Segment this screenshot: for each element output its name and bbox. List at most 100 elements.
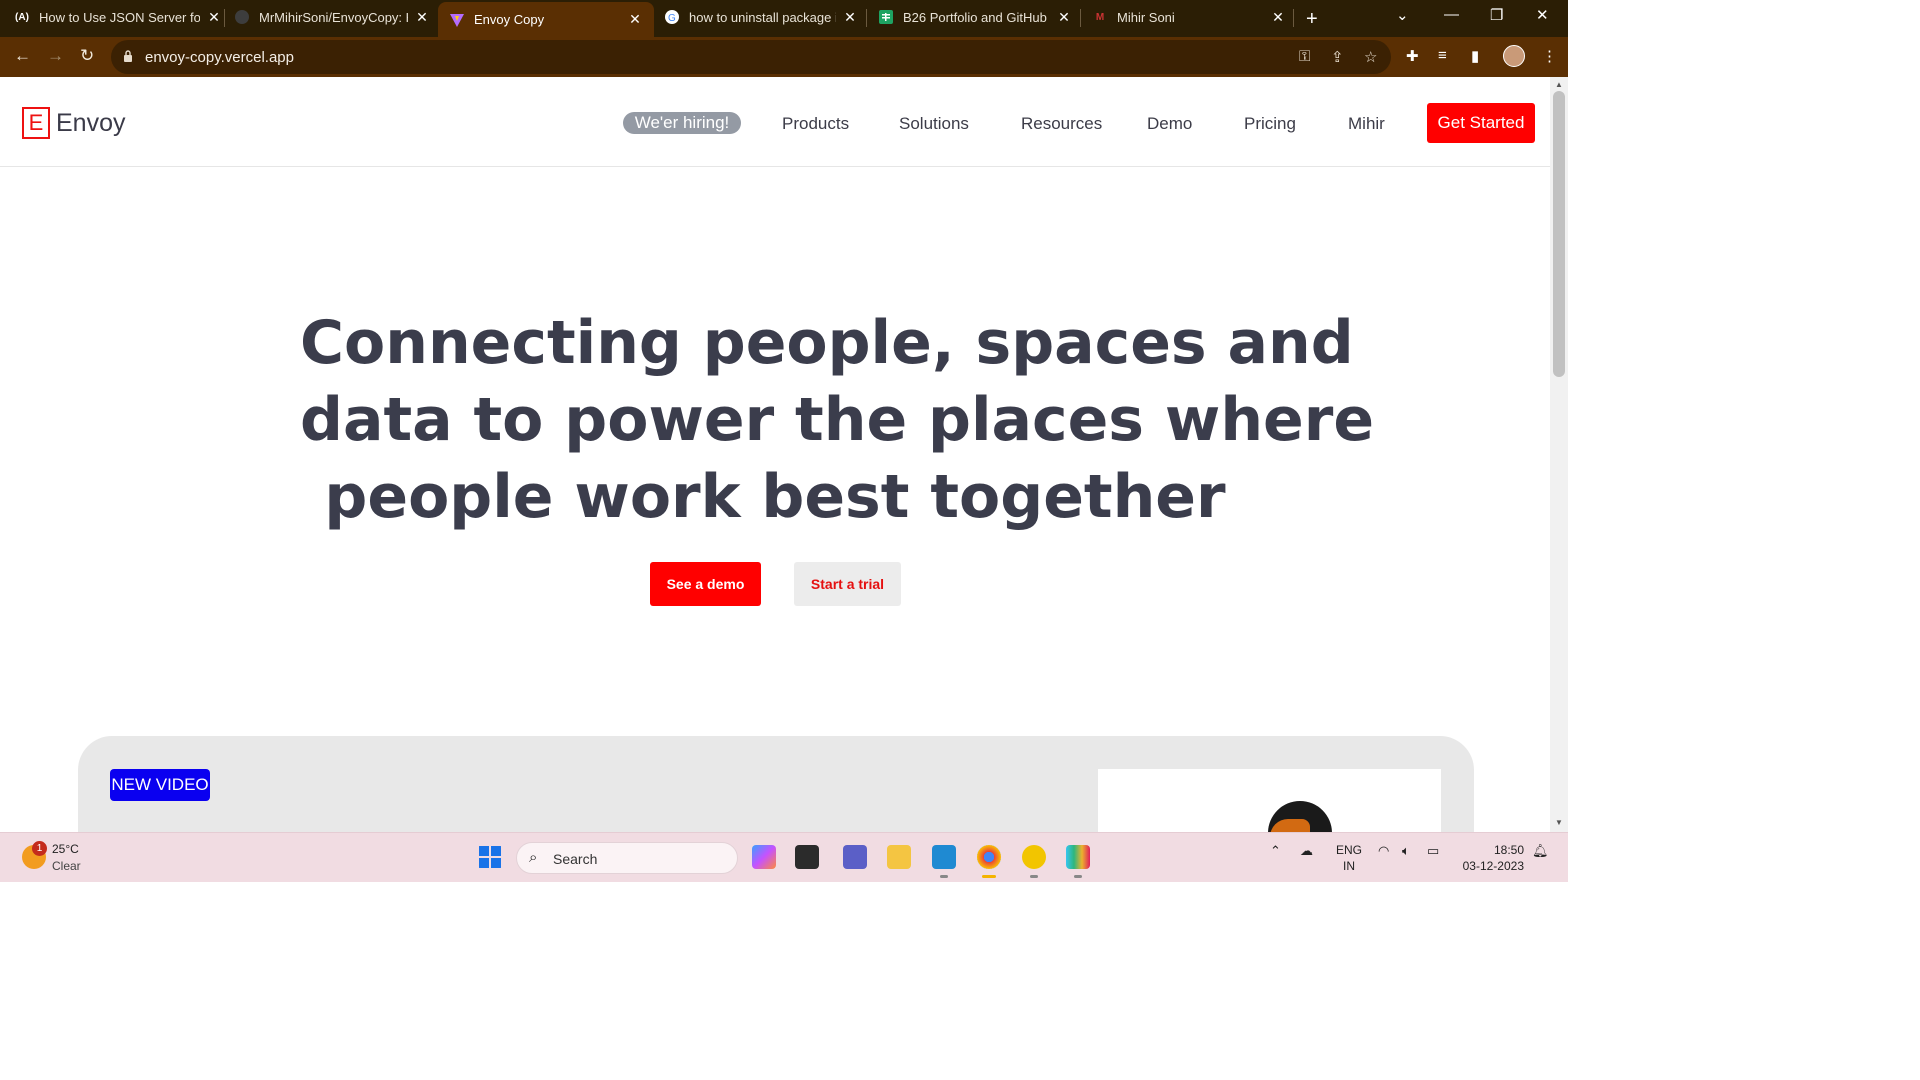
weather-alert-count: 1 xyxy=(32,841,47,856)
password-key-icon[interactable]: ⚿ xyxy=(1299,48,1310,65)
close-tab-icon[interactable]: ✕ xyxy=(206,9,222,25)
show-hidden-icons-chevron[interactable]: ⌃ xyxy=(1270,843,1281,859)
video-thumbnail[interactable] xyxy=(1098,769,1441,832)
close-tab-icon[interactable]: ✕ xyxy=(842,9,858,25)
windows-taskbar: 1 25°C Clear ⌕ Search ⌃ ☁ ENG IN ◠ 🔈︎ ▭ … xyxy=(0,832,1568,882)
tab-title: Mihir Soni xyxy=(1117,9,1175,25)
teams-icon[interactable] xyxy=(843,845,867,869)
tab-divider xyxy=(1080,9,1081,27)
weather-condition[interactable]: Clear xyxy=(52,859,81,873)
task-view-icon[interactable] xyxy=(795,845,819,869)
nav-resources[interactable]: Resources xyxy=(1021,114,1102,134)
nav-products[interactable]: Products xyxy=(782,114,849,134)
close-tab-icon[interactable]: ✕ xyxy=(627,11,643,28)
browser-tab-6[interactable]: M Mihir Soni ✕ xyxy=(1092,0,1286,34)
back-icon[interactable]: ← xyxy=(14,46,31,66)
angular-a-icon: (A) xyxy=(15,11,29,23)
hero-heading: Connecting people, spaces and data to po… xyxy=(300,305,1375,536)
github-icon xyxy=(234,9,250,25)
weather-temperature[interactable]: 25°C xyxy=(52,842,79,856)
close-tab-icon[interactable]: ✕ xyxy=(414,9,430,25)
get-started-button[interactable]: Get Started xyxy=(1427,103,1535,143)
sticky-app-icon[interactable] xyxy=(1022,845,1046,869)
restore-icon[interactable]: ❐ xyxy=(1490,6,1503,24)
copilot-icon[interactable] xyxy=(752,845,776,869)
tab-title: B26 Portfolio and GitHub L xyxy=(903,9,1050,25)
taskbar-search[interactable]: ⌕ Search xyxy=(516,842,738,874)
profile-avatar[interactable] xyxy=(1503,45,1525,67)
nav-solutions[interactable]: Solutions xyxy=(899,114,969,134)
browser-menu-icon[interactable]: ⋮ xyxy=(1542,47,1557,65)
app-running-indicator xyxy=(1030,875,1038,878)
chrome-active-indicator xyxy=(982,875,996,878)
web-page: E Envoy We'er hiring! Products Solutions… xyxy=(0,77,1550,832)
sheets-icon xyxy=(878,9,894,25)
reading-list-icon[interactable]: ≡ xyxy=(1438,47,1447,64)
nav-demo[interactable]: Demo xyxy=(1147,114,1192,134)
browser-tab-2[interactable]: MrMihirSoni/EnvoyCopy: H ✕ xyxy=(234,0,430,34)
reload-icon[interactable]: ↻ xyxy=(80,46,94,66)
lock-icon xyxy=(124,50,132,62)
hero-line-3: people work best together xyxy=(324,462,1226,532)
tab-title: How to Use JSON Server fo xyxy=(39,9,200,25)
scroll-up-icon[interactable]: ▲ xyxy=(1555,80,1563,89)
battery-icon[interactable]: ▭ xyxy=(1427,843,1439,859)
browser-tab-5[interactable]: B26 Portfolio and GitHub L ✕ xyxy=(878,0,1072,34)
browser-tab-3-active[interactable]: Envoy Copy ✕ xyxy=(438,2,654,37)
envoy-logo-icon[interactable]: E xyxy=(22,107,50,139)
windows-start-icon[interactable] xyxy=(478,845,502,869)
minimize-icon[interactable]: — xyxy=(1444,6,1459,23)
nav-pricing[interactable]: Pricing xyxy=(1244,114,1296,134)
language-indicator[interactable]: ENG IN xyxy=(1336,842,1362,874)
slack-icon[interactable] xyxy=(1066,845,1090,869)
bookmark-star-icon[interactable]: ☆ xyxy=(1364,48,1377,66)
nav-user-mihir[interactable]: Mihir xyxy=(1348,114,1385,134)
forward-icon[interactable]: → xyxy=(47,46,64,66)
svg-text:G: G xyxy=(668,13,676,24)
tab-title: MrMihirSoni/EnvoyCopy: H xyxy=(259,9,408,25)
browser-tab-1[interactable]: (A) How to Use JSON Server fo ✕ xyxy=(14,0,222,34)
new-tab-icon[interactable]: + xyxy=(1306,8,1318,31)
tab-divider xyxy=(1293,9,1294,27)
close-tab-icon[interactable]: ✕ xyxy=(1056,9,1072,25)
hero-line-1: Connecting people, spaces and xyxy=(300,308,1354,378)
scroll-down-icon[interactable]: ▼ xyxy=(1555,818,1563,827)
browser-tab-4[interactable]: G how to uninstall package in ✕ xyxy=(664,0,858,34)
search-placeholder: Search xyxy=(553,851,598,867)
file-explorer-icon[interactable] xyxy=(887,845,911,869)
system-clock[interactable]: 18:50 03-12-2023 xyxy=(1458,842,1524,874)
vscode-icon[interactable] xyxy=(932,845,956,869)
vscode-running-indicator xyxy=(940,875,948,878)
close-window-icon[interactable]: ✕ xyxy=(1536,6,1549,24)
clock-time: 18:50 xyxy=(1493,843,1524,857)
scrollbar-thumb[interactable] xyxy=(1553,91,1565,377)
page-scrollbar[interactable]: ▲ ▼ xyxy=(1550,77,1568,832)
url-text: envoy-copy.vercel.app xyxy=(145,49,294,66)
slack-running-indicator xyxy=(1074,875,1082,878)
brand-name[interactable]: Envoy xyxy=(56,109,125,138)
onedrive-cloud-icon[interactable]: ☁ xyxy=(1300,843,1313,859)
wifi-icon[interactable]: ◠ xyxy=(1378,843,1389,859)
extensions-icon[interactable]: ✚ xyxy=(1406,47,1419,65)
tab-search-chevron-icon[interactable]: ⌄ xyxy=(1396,6,1409,24)
chrome-icon[interactable] xyxy=(977,845,1001,869)
region-code: IN xyxy=(1343,859,1355,873)
see-demo-button[interactable]: See a demo xyxy=(650,562,761,606)
tab-divider xyxy=(224,9,225,27)
tab-divider xyxy=(866,9,867,27)
site-icon: M xyxy=(1095,11,1105,23)
notifications-icon[interactable]: 🔔︎ xyxy=(1532,843,1549,859)
browser-tab-strip: (A) How to Use JSON Server fo ✕ MrMihirS… xyxy=(0,0,1568,37)
volume-icon[interactable]: 🔈︎ xyxy=(1402,843,1410,859)
hiring-badge[interactable]: We'er hiring! xyxy=(623,112,741,134)
new-video-badge: NEW VIDEO xyxy=(110,769,210,801)
side-panel-icon[interactable]: ▮ xyxy=(1471,47,1479,65)
share-icon[interactable]: ⇪ xyxy=(1331,48,1344,66)
close-tab-icon[interactable]: ✕ xyxy=(1270,9,1286,25)
address-bar[interactable]: envoy-copy.vercel.app ⚿ ⇪ ☆ xyxy=(111,40,1391,74)
clock-date: 03-12-2023 xyxy=(1462,859,1524,873)
start-trial-button[interactable]: Start a trial xyxy=(794,562,901,606)
hero-line-2: data to power the places where xyxy=(300,385,1375,455)
tab-title: how to uninstall package in xyxy=(689,9,836,25)
tab-title: Envoy Copy xyxy=(474,12,545,27)
